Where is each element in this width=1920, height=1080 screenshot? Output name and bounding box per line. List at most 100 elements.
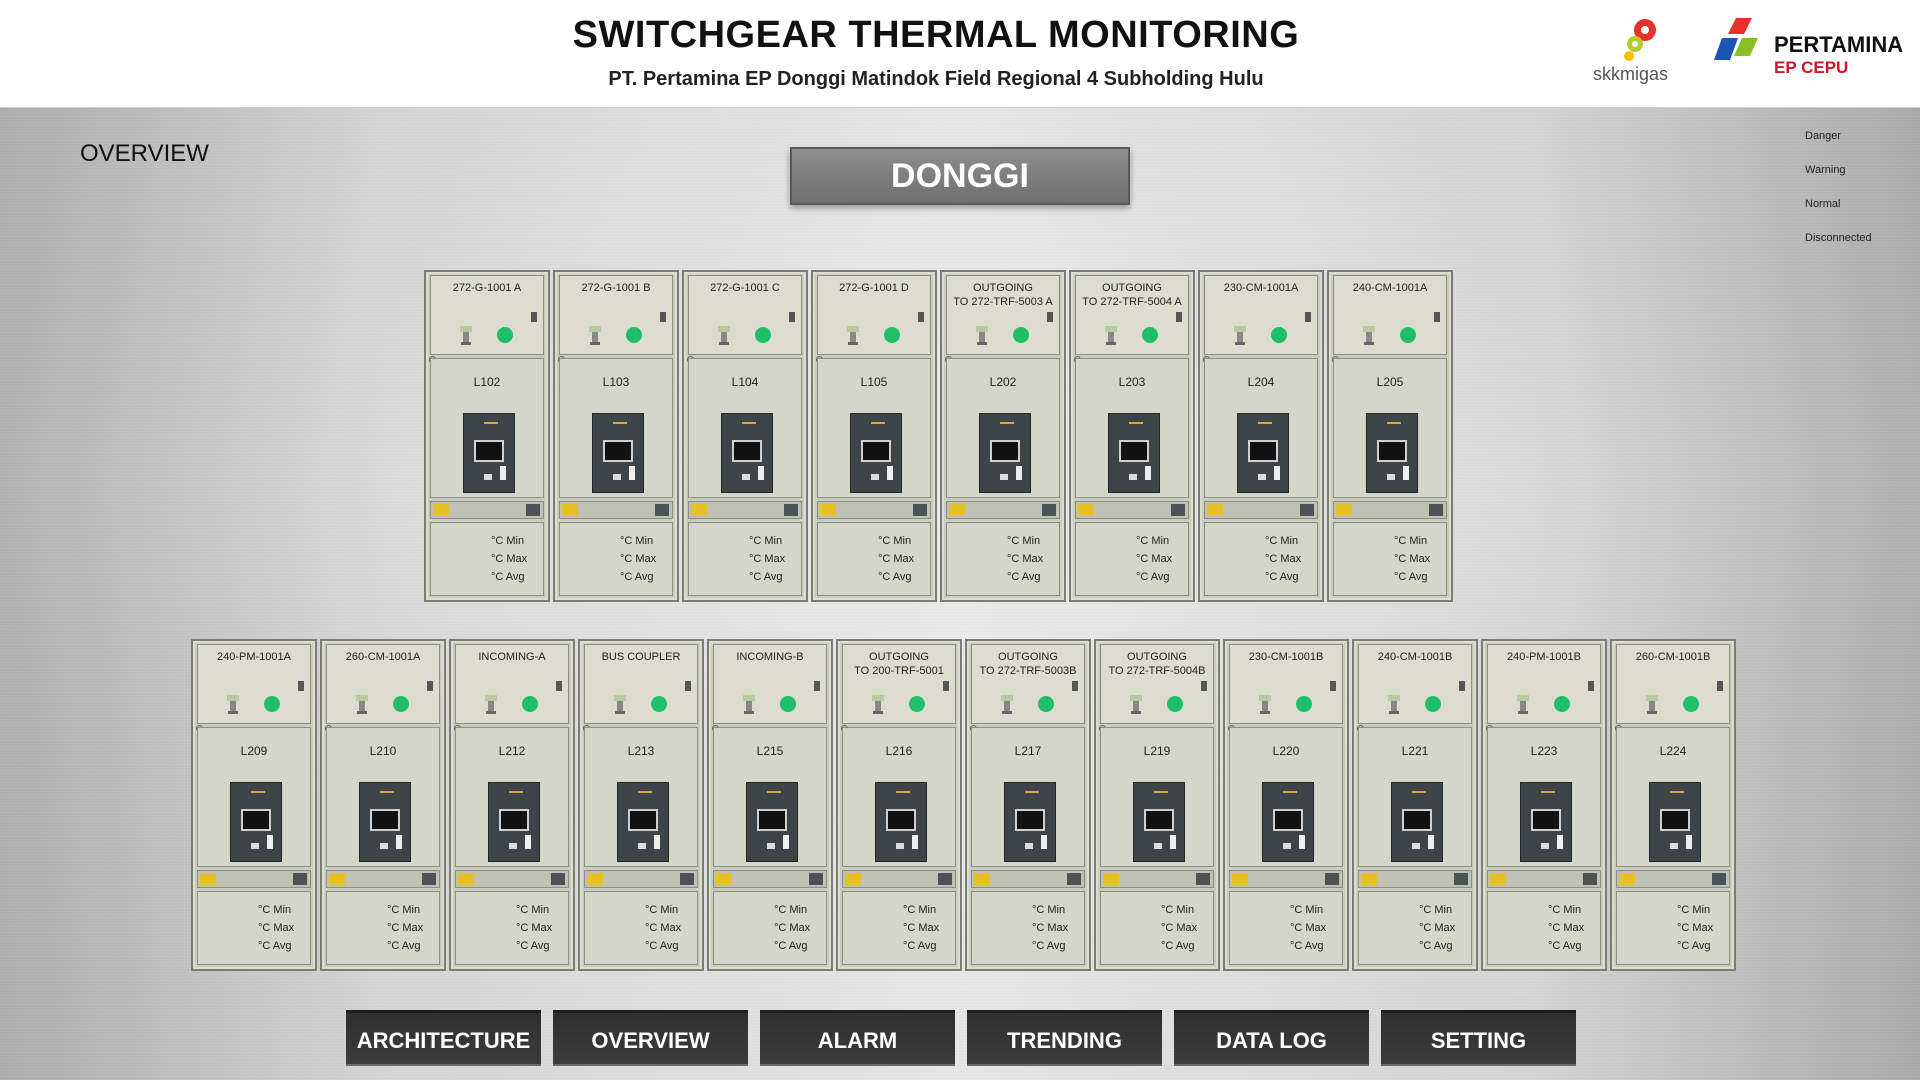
switchgear-cubicle[interactable]: 240-PM-1001A L209 °C Min °C Max °C Avg — [191, 639, 317, 971]
cubicle-name: OUTGOING TO 200-TRF-5001 — [854, 651, 944, 677]
cubicle-mid-panel: L210 — [326, 727, 440, 867]
relay-display — [474, 440, 504, 462]
switchgear-cubicle[interactable]: OUTGOING TO 272-TRF-5003B L217 °C Min °C… — [965, 639, 1091, 971]
switchgear-cubicle[interactable]: 272-G-1001 A L102 °C Min °C Max °C Avg — [424, 270, 550, 602]
relay-key-icon — [267, 835, 273, 849]
indicator-icon — [484, 422, 498, 434]
cubicle-strip — [688, 501, 802, 519]
switchgear-cubicle[interactable]: 240-PM-1001B L223 °C Min °C Max °C Avg — [1481, 639, 1607, 971]
indicator-icon — [1025, 791, 1039, 803]
nav-architecture-button[interactable]: ARCHITECTURE — [346, 1010, 541, 1066]
cubicle-name: BUS COUPLER — [601, 651, 681, 663]
cubicle-name: OUTGOING TO 272-TRF-5004B — [1108, 651, 1206, 677]
switchgear-cubicle[interactable]: INCOMING-A L212 °C Min °C Max °C Avg — [449, 639, 575, 971]
nav-setting-button[interactable]: SETTING — [1381, 1010, 1576, 1066]
cubicle-temp-panel: °C Min °C Max °C Avg — [1333, 522, 1447, 596]
relay-panel — [875, 782, 927, 862]
cubicle-name: 240-CM-1001A — [1352, 282, 1428, 294]
warning-sign-icon — [691, 504, 707, 516]
cubicle-top-panel: 272-G-1001 C — [688, 275, 802, 355]
temp-max-label: °C Max — [387, 922, 424, 934]
selector-switch-icon — [1388, 695, 1400, 714]
temp-min-label: °C Min — [903, 904, 937, 916]
indicator-icon — [1387, 422, 1401, 434]
switchgear-cubicle[interactable]: 260-CM-1001A L210 °C Min °C Max °C Avg — [320, 639, 446, 971]
switchgear-cubicle[interactable]: 272-G-1001 C L104 °C Min °C Max °C Avg — [682, 270, 808, 602]
warning-sign-icon — [716, 873, 732, 885]
relay-key-icon — [1274, 466, 1280, 480]
relay-key-icon — [525, 835, 531, 849]
relay-key-icon — [500, 466, 506, 480]
cubicle-temp-panel: °C Min °C Max °C Avg — [1075, 522, 1189, 596]
switchgear-cubicle[interactable]: 272-G-1001 B L103 °C Min °C Max °C Avg — [553, 270, 679, 602]
relay-panel — [721, 413, 773, 493]
cubicle-strip — [559, 501, 673, 519]
door-handle — [814, 681, 820, 691]
indicator-icon — [509, 791, 523, 803]
cubicle-mid-panel: L215 — [713, 727, 827, 867]
cubicle-code: L216 — [885, 744, 913, 758]
relay-display — [241, 809, 271, 831]
cubicle-mid-panel: L105 — [817, 358, 931, 498]
temp-avg-label: °C Avg — [878, 571, 912, 583]
cubicle-strip — [1358, 870, 1472, 888]
nav-alarm-button[interactable]: ALARM — [760, 1010, 955, 1066]
selector-switch-icon — [460, 326, 472, 345]
warning-sign-icon — [329, 873, 345, 885]
switchgear-cubicle[interactable]: OUTGOING TO 272-TRF-5004 A L203 °C Min °… — [1069, 270, 1195, 602]
relay-key-icon — [1041, 835, 1047, 849]
switchgear-cubicle[interactable]: OUTGOING TO 200-TRF-5001 L216 °C Min °C … — [836, 639, 962, 971]
pertamina-mark-icon — [1714, 18, 1758, 60]
switchgear-cubicle[interactable]: 240-CM-1001A L205 °C Min °C Max °C Avg — [1327, 270, 1453, 602]
door-handle — [943, 681, 949, 691]
indicator-icon — [251, 791, 265, 803]
switchgear-cubicle[interactable]: 272-G-1001 D L105 °C Min °C Max °C Avg — [811, 270, 937, 602]
selector-switch-icon — [589, 326, 601, 345]
cubicle-strip — [197, 870, 311, 888]
cubicle-top-panel: 260-CM-1001B — [1616, 644, 1730, 724]
status-lamp — [1167, 696, 1183, 712]
switchgear-cubicle[interactable]: OUTGOING TO 272-TRF-5003 A L202 °C Min °… — [940, 270, 1066, 602]
relay-key-icon — [1428, 835, 1434, 849]
nameplate-icon — [1454, 873, 1468, 885]
nameplate-icon — [1196, 873, 1210, 885]
relay-panel — [1262, 782, 1314, 862]
temp-avg-label: °C Avg — [1007, 571, 1041, 583]
nav-trending-button[interactable]: TRENDING — [967, 1010, 1162, 1066]
nav-datalog-button[interactable]: DATA LOG — [1174, 1010, 1369, 1066]
cubicle-name: 260-CM-1001B — [1635, 651, 1711, 663]
temp-max-label: °C Max — [1290, 922, 1327, 934]
cubicle-top-panel: BUS COUPLER — [584, 644, 698, 724]
cubicle-mid-panel: L219 — [1100, 727, 1214, 867]
cubicle-temp-panel: °C Min °C Max °C Avg — [197, 891, 311, 965]
relay-display — [1402, 809, 1432, 831]
switchgear-cubicle[interactable]: INCOMING-B L215 °C Min °C Max °C Avg — [707, 639, 833, 971]
cubicle-name: OUTGOING TO 272-TRF-5003 A — [953, 282, 1053, 308]
switchgear-cubicle[interactable]: 230-CM-1001A L204 °C Min °C Max °C Avg — [1198, 270, 1324, 602]
warning-sign-icon — [587, 873, 603, 885]
nameplate-icon — [680, 873, 694, 885]
status-lamp — [522, 696, 538, 712]
relay-button — [1283, 843, 1291, 849]
cubicle-code: L219 — [1143, 744, 1171, 758]
cubicle-code: L213 — [627, 744, 655, 758]
switchgear-cubicle[interactable]: 240-CM-1001B L221 °C Min °C Max °C Avg — [1352, 639, 1478, 971]
temp-avg-label: °C Avg — [1419, 940, 1453, 952]
relay-key-icon — [1686, 835, 1692, 849]
nav-overview-button[interactable]: OVERVIEW — [553, 1010, 748, 1066]
door-handle — [1330, 681, 1336, 691]
cubicle-code: L105 — [860, 375, 888, 389]
switchgear-row-bottom: 240-PM-1001A L209 °C Min °C Max °C Avg 2… — [191, 639, 1739, 971]
switchgear-cubicle[interactable]: 260-CM-1001B L224 °C Min °C Max °C Avg — [1610, 639, 1736, 971]
door-handle — [1459, 681, 1465, 691]
relay-panel — [463, 413, 515, 493]
switchgear-cubicle[interactable]: BUS COUPLER L213 °C Min °C Max °C Avg — [578, 639, 704, 971]
cubicle-mid-panel: L205 — [1333, 358, 1447, 498]
temp-min-label: °C Min — [1419, 904, 1453, 916]
legend-disconnected: Disconnected — [1805, 232, 1872, 244]
warning-sign-icon — [1361, 873, 1377, 885]
temp-max-label: °C Max — [1136, 553, 1173, 565]
switchgear-cubicle[interactable]: OUTGOING TO 272-TRF-5004B L219 °C Min °C… — [1094, 639, 1220, 971]
switchgear-cubicle[interactable]: 230-CM-1001B L220 °C Min °C Max °C Avg — [1223, 639, 1349, 971]
section-label: OVERVIEW — [80, 140, 209, 167]
